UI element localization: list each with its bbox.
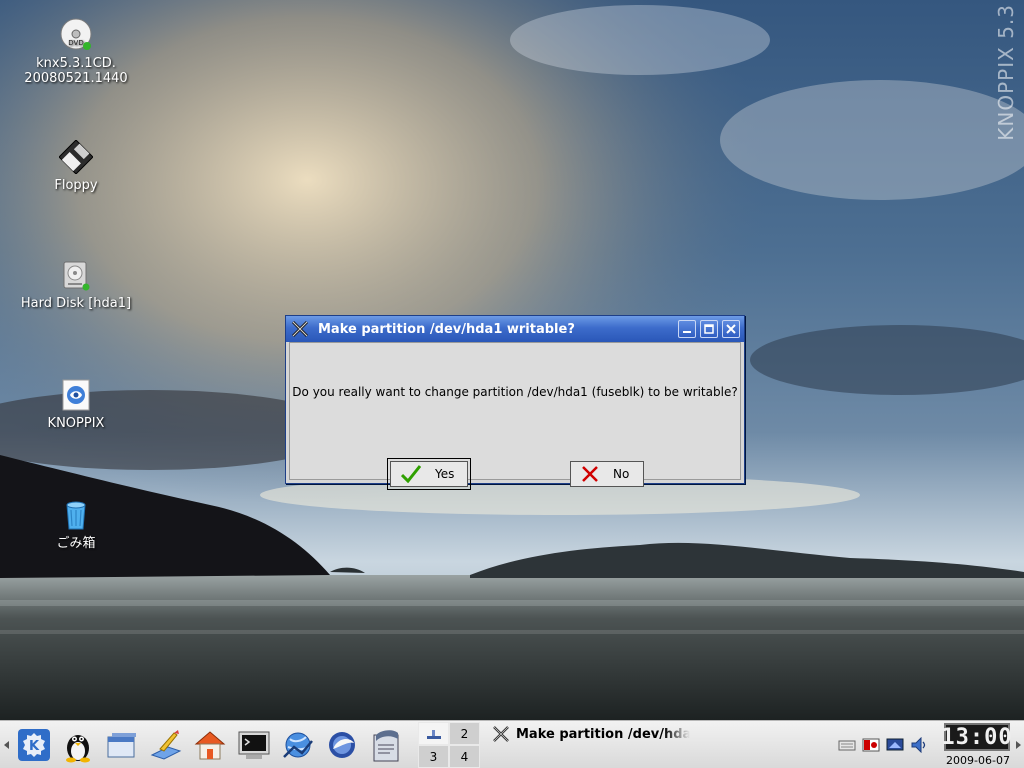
knoppix-watermark: KNOPPIX 5.3 <box>994 4 1018 141</box>
dialog-titlebar[interactable]: Make partition /dev/hda1 writable? <box>286 316 744 342</box>
x-app-icon[interactable] <box>290 319 310 339</box>
maximize-icon <box>704 324 714 334</box>
pager-desktop-2[interactable]: 2 <box>449 722 480 745</box>
close-button[interactable] <box>722 320 740 338</box>
desktop-icon-dvd[interactable]: DVD knx5.3.1CD. 20080521.1440 <box>6 18 146 86</box>
pager-desktop-4[interactable]: 4 <box>449 745 480 768</box>
taskbar-task-make-partition[interactable]: Make partition /dev/hda1 <box>486 722 690 746</box>
task-label: Make partition /dev/hda1 <box>516 726 690 742</box>
clock-date: 2009-06-07 <box>946 754 1010 767</box>
desktop-pager: 2 3 4 <box>418 722 480 768</box>
browser-icon[interactable] <box>324 727 360 763</box>
desktop-icon-floppy[interactable]: Floppy <box>6 140 146 193</box>
pager-desktop-1-preview-icon <box>426 729 441 739</box>
office-icon[interactable] <box>368 727 404 763</box>
desktop-icon-label: Floppy <box>54 178 98 193</box>
svg-text:DVD: DVD <box>68 39 83 47</box>
knoppix-icon <box>62 379 90 411</box>
taskbar-right-arrow-icon[interactable] <box>1014 741 1022 749</box>
maximize-button[interactable] <box>700 320 718 338</box>
desktop-icon-trash[interactable]: ごみ箱 <box>6 498 146 551</box>
penguin-icon[interactable] <box>60 727 96 763</box>
dvd-icon: DVD <box>60 18 92 50</box>
volume-icon[interactable] <box>910 737 928 753</box>
window-list-icon[interactable] <box>104 727 140 763</box>
desktop-icon-hard-disk[interactable]: Hard Disk [hda1] <box>6 258 146 311</box>
minimize-button[interactable] <box>678 320 696 338</box>
cross-icon <box>582 466 598 482</box>
desktop-icon-label: Hard Disk [hda1] <box>20 296 132 311</box>
language-jp-icon[interactable] <box>862 737 880 753</box>
desktop: KNOPPIX 5.3 DVD knx5.3.1CD. 20080521.144… <box>0 0 1024 768</box>
partition-dialog: Make partition /dev/hda1 writable? Do yo… <box>285 315 745 490</box>
checkmark-icon <box>401 465 421 483</box>
desktop-icon-label: ごみ箱 <box>56 536 96 551</box>
terminal-icon[interactable] <box>236 727 272 763</box>
kde-menu-icon[interactable]: K <box>16 727 52 763</box>
dialog-body: Do you really want to change partition /… <box>289 342 741 490</box>
hard-disk-icon <box>63 261 90 291</box>
taskbar: K 2 3 4 Make partition /dev/hda1 13:00 2… <box>0 720 1024 768</box>
clock[interactable]: 13:00 2009-06-07 <box>941 723 1013 767</box>
close-icon <box>726 324 736 334</box>
minimize-icon <box>683 331 691 333</box>
no-button[interactable]: No <box>570 461 644 487</box>
trash-icon <box>66 501 86 530</box>
control-center-icon[interactable] <box>148 727 184 763</box>
home-icon[interactable] <box>192 727 228 763</box>
clock-time: 13:00 <box>941 723 1013 751</box>
desktop-icon-knoppix[interactable]: KNOPPIX <box>6 378 146 431</box>
pager-desktop-3[interactable]: 3 <box>418 745 449 768</box>
dialog-title: Make partition /dev/hda1 writable? <box>318 321 575 337</box>
yes-button[interactable]: Yes <box>387 458 471 490</box>
keyboard-icon[interactable] <box>838 737 856 753</box>
dialog-message: Do you really want to change partition /… <box>292 385 738 399</box>
x-app-icon <box>493 726 509 742</box>
desktop-icon-label: KNOPPIX <box>47 416 105 431</box>
no-button-label: No <box>613 467 630 481</box>
konqueror-icon[interactable] <box>280 727 316 763</box>
pager-desktop-1[interactable] <box>418 722 449 745</box>
svg-text:K: K <box>29 739 40 754</box>
display-icon[interactable] <box>886 737 904 753</box>
floppy-icon <box>59 140 93 174</box>
desktop-icon-label: knx5.3.1CD. 20080521.1440 <box>24 56 128 86</box>
taskbar-left-arrow-icon[interactable] <box>3 741 11 749</box>
yes-button-label: Yes <box>435 467 455 481</box>
